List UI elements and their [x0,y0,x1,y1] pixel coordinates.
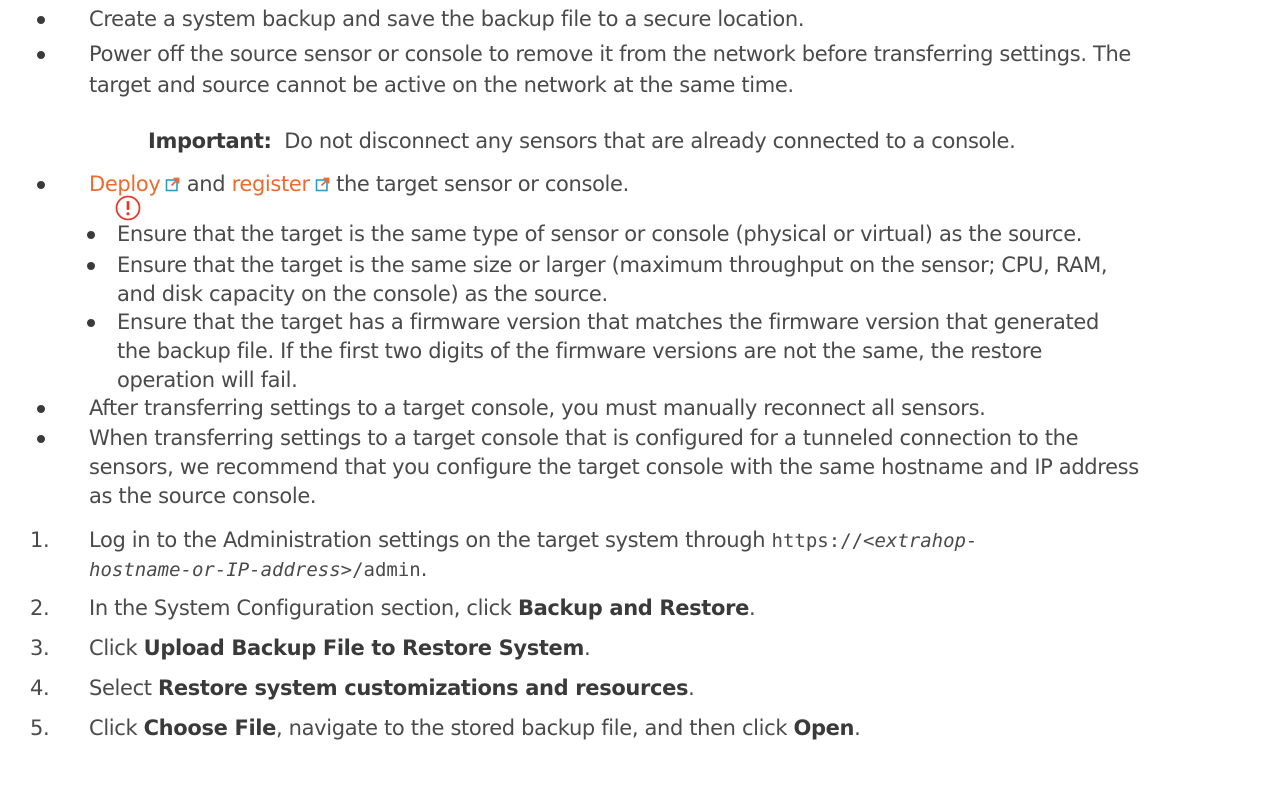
step-1: Log in to the Administration settings on… [89,528,978,552]
important-note: Important: Do not disconnect any sensors… [148,127,1016,156]
restore-customizations-label: Restore system customizations and resour… [158,676,689,700]
step-number: 1. [30,528,50,552]
bullet-dot [37,181,45,189]
sub-list-item-continuation: the backup file. If the first two digits… [117,339,1043,363]
sub-list-item: Ensure that the target is the same type … [117,222,1083,246]
backup-restore-label: Backup and Restore [517,596,749,620]
bullet-dot [37,16,45,24]
register-link[interactable]: register [232,172,311,196]
sub-list-item: Ensure that the target is the same size … [117,253,1108,277]
list-item: Create a system backup and save the back… [89,7,805,31]
sub-list-item-continuation: and disk capacity on the console) as the… [117,282,608,306]
choose-file-label: Choose File [143,716,277,740]
step-number: 3. [30,636,50,660]
bullet-dot [37,435,45,443]
important-label: Important: [148,129,272,153]
external-link-icon[interactable] [165,177,180,192]
sub-bullet-dot [87,231,95,239]
important-text: Do not disconnect any sensors that are a… [284,129,1016,153]
list-item: Power off the source sensor or console t… [89,42,1131,66]
admin-url-continuation: hostname-or-IP-address>/admin [89,559,421,581]
admin-url: https://<extrahop- [771,530,978,552]
list-item: Deploy and register the target sensor or… [89,172,629,196]
sub-bullet-dot [87,262,95,270]
list-item-continuation: sensors, we recommend that you configure… [89,455,1139,479]
step-number: 5. [30,716,50,740]
step-2: In the System Configuration section, cli… [89,596,756,620]
list-item-continuation: as the source console. [89,484,317,508]
list-item-continuation: target and source cannot be active on th… [89,73,794,97]
sub-list-item: Ensure that the target has a firmware ve… [117,310,1099,334]
deploy-link[interactable]: Deploy [89,172,161,196]
sub-bullet-dot [87,319,95,327]
step-3: Click Upload Backup File to Restore Syst… [89,636,591,660]
bullet-dot [37,405,45,413]
step-number: 2. [30,596,50,620]
bullet-dot [37,51,45,59]
upload-backup-label: Upload Backup File to Restore System [143,636,585,660]
open-label: Open [793,716,855,740]
list-item: After transferring settings to a target … [89,396,986,420]
list-item: When transferring settings to a target c… [89,426,1079,450]
sub-list-item-continuation: operation will fail. [117,368,298,392]
external-link-icon[interactable] [315,177,330,192]
step-number: 4. [30,676,50,700]
step-5: Click Choose File, navigate to the store… [89,716,861,740]
step-4: Select Restore system customizations and… [89,676,695,700]
step-1-continuation: hostname-or-IP-address>/admin. [89,557,428,581]
